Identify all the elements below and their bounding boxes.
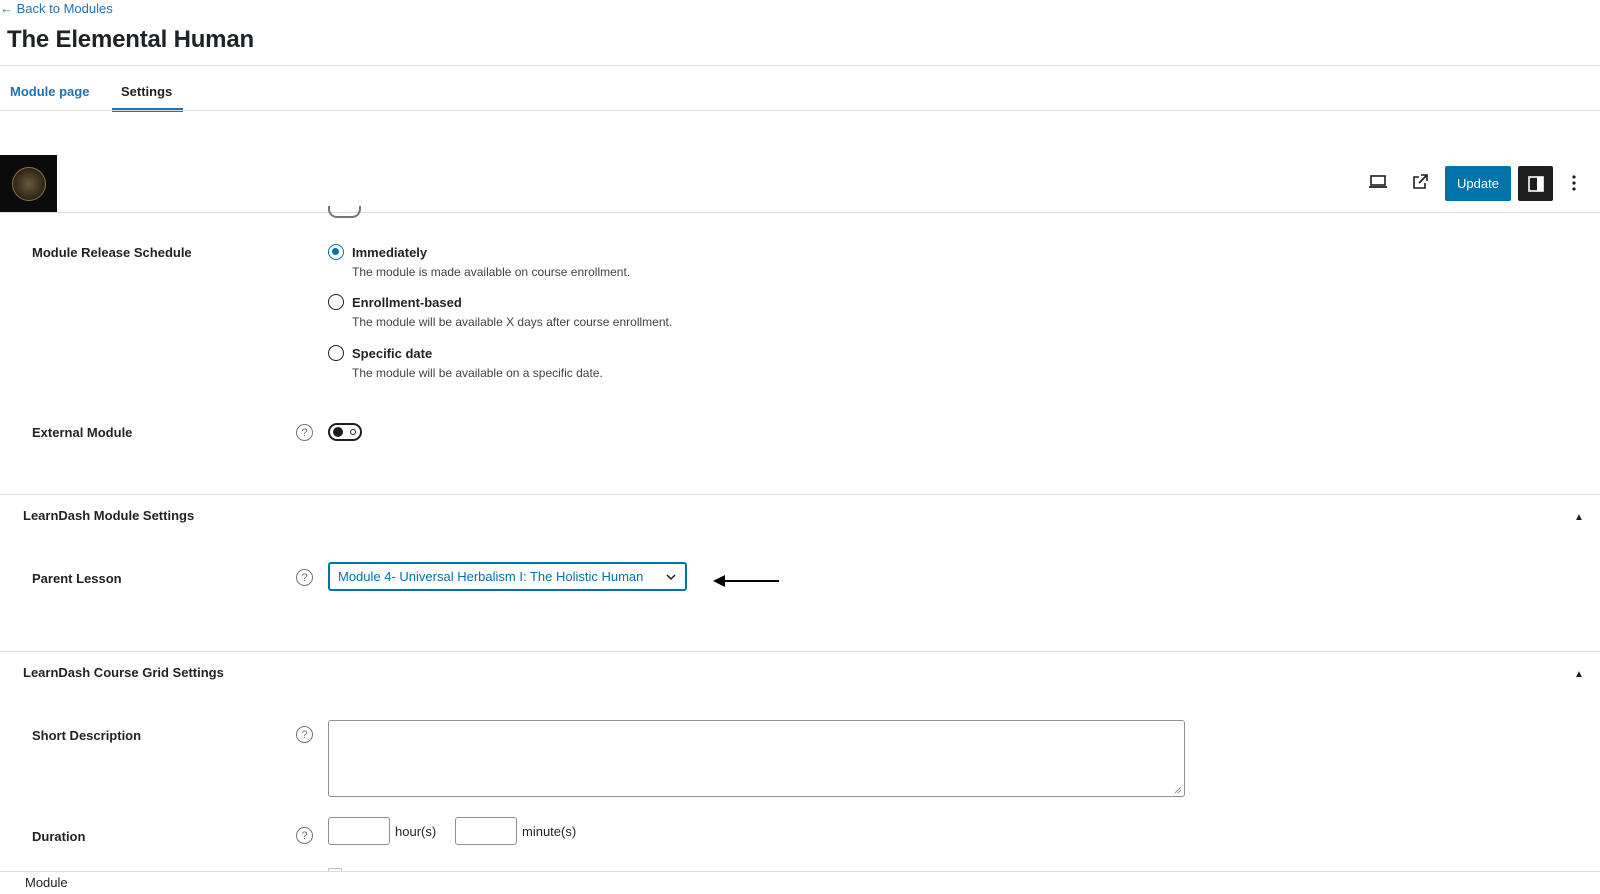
help-icon[interactable]: ? — [296, 424, 313, 441]
laptop-preview-icon[interactable] — [1366, 170, 1390, 194]
tab-settings[interactable]: Settings — [121, 84, 172, 99]
option-enrollment-based-label: Enrollment-based — [352, 295, 462, 310]
external-module-toggle[interactable] — [328, 423, 362, 441]
help-icon[interactable]: ? — [296, 827, 313, 844]
external-module-label: External Module — [32, 425, 133, 440]
module-settings-section-title[interactable]: LearnDash Module Settings — [23, 508, 194, 523]
tab-module-page[interactable]: Module page — [10, 84, 89, 99]
minutes-unit-label: minute(s) — [522, 824, 577, 839]
toggle-knob — [333, 427, 343, 437]
release-schedule-label: Module Release Schedule — [32, 245, 192, 260]
option-immediately-label: Immediately — [352, 245, 428, 260]
collapse-caret-icon[interactable]: ▲ — [1574, 512, 1584, 523]
footer-breadcrumb[interactable]: Module — [25, 875, 68, 890]
short-description-textarea[interactable] — [328, 720, 1185, 797]
site-logo[interactable] — [0, 155, 57, 212]
collapse-caret-icon[interactable]: ▲ — [1574, 669, 1584, 680]
option-immediately-description: The module is made available on course e… — [352, 265, 631, 279]
page-title: The Elemental Human — [7, 26, 254, 53]
hours-unit-label: hour(s) — [395, 824, 437, 839]
header-divider — [0, 65, 1600, 66]
short-description-label: Short Description — [32, 728, 142, 743]
chevron-down-icon — [666, 574, 676, 581]
arrow-left-icon — [713, 575, 779, 587]
footer-divider — [0, 871, 1600, 872]
duration-label: Duration — [32, 829, 86, 844]
duration-minutes-input[interactable] — [455, 817, 517, 845]
radio-enrollment-based[interactable] — [328, 294, 344, 310]
sidebar-toggle-icon[interactable] — [1518, 166, 1553, 201]
section-divider — [0, 651, 1600, 652]
update-button[interactable]: Update — [1445, 166, 1511, 201]
help-icon[interactable]: ? — [296, 569, 313, 586]
course-grid-settings-section-title[interactable]: LearnDash Course Grid Settings — [23, 665, 224, 680]
resize-grip-icon[interactable] — [1174, 786, 1182, 794]
partial-toggle[interactable] — [328, 206, 361, 218]
help-icon[interactable]: ? — [296, 726, 313, 743]
radio-immediately[interactable] — [328, 244, 344, 260]
external-link-icon[interactable] — [1408, 170, 1432, 194]
more-options-icon[interactable] — [1566, 170, 1582, 196]
section-divider — [0, 494, 1600, 495]
option-specific-date-description: The module will be available on a specif… — [352, 366, 603, 380]
option-specific-date-label: Specific date — [352, 346, 433, 361]
parent-lesson-select[interactable]: Module 4- Universal Herbalism I: The Hol… — [328, 562, 687, 591]
parent-lesson-label: Parent Lesson — [32, 571, 122, 586]
parent-lesson-value: Module 4- Universal Herbalism I: The Hol… — [338, 569, 644, 584]
toggle-off-indicator — [350, 429, 356, 435]
toolbar-divider — [0, 212, 1600, 213]
duration-hours-input[interactable] — [328, 817, 390, 845]
back-to-modules-link[interactable]: ← Back to Modules — [0, 1, 113, 16]
tabs-divider — [0, 110, 1600, 111]
radio-specific-date[interactable] — [328, 345, 344, 361]
option-enrollment-based-description: The module will be available X days afte… — [352, 315, 673, 329]
